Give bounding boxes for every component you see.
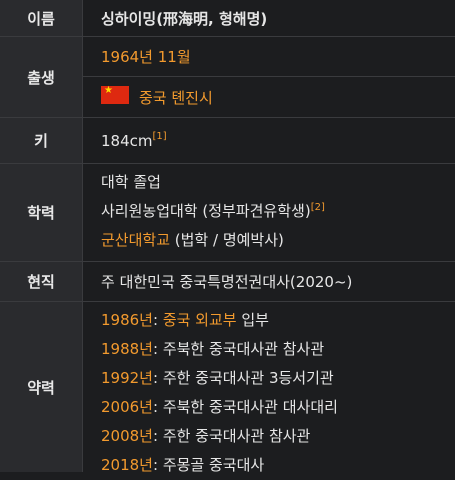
row-career: 약력 1986년: 중국 외교부 입부 1988년: 주북한 중국대사관 참사관… bbox=[0, 302, 455, 474]
career-year-link[interactable]: 2006년 bbox=[101, 398, 153, 416]
label-name: 이름 bbox=[0, 0, 83, 36]
career-year-link[interactable]: 2008년 bbox=[101, 427, 153, 445]
china-flag-icon: ★ bbox=[101, 86, 129, 104]
row-education: 학력 대학 졸업 사리원농업대학 (정부파견유학생)[2] 군산대학교 (법학 … bbox=[0, 164, 455, 262]
career-year-link[interactable]: 1986년 bbox=[101, 311, 153, 329]
career-item: 1986년: 중국 외교부 입부 bbox=[101, 311, 269, 329]
footnote-ref-1[interactable]: [1] bbox=[153, 131, 167, 142]
label-career: 약력 bbox=[0, 302, 83, 472]
education-line-3-rest: (법학 / 명예박사) bbox=[170, 231, 284, 249]
row-height: 키 184cm [1] bbox=[0, 118, 455, 164]
label-current: 현직 bbox=[0, 262, 83, 301]
education-line-2: 사리원농업대학 (정부파견유학생) bbox=[101, 202, 311, 220]
label-birth: 출생 bbox=[0, 37, 83, 117]
label-height: 키 bbox=[0, 118, 83, 163]
career-item: 1988년: 주북한 중국대사관 참사관 bbox=[101, 340, 325, 358]
foreign-ministry-link[interactable]: 중국 외교부 bbox=[163, 311, 237, 329]
footnote-ref-2[interactable]: [2] bbox=[311, 202, 325, 213]
height-value: 184cm bbox=[101, 131, 153, 150]
career-item: 2008년: 주한 중국대사관 참사관 bbox=[101, 427, 311, 445]
career-year-link[interactable]: 1988년 bbox=[101, 340, 153, 358]
birth-date-link[interactable]: 1964년 11월 bbox=[101, 46, 191, 67]
career-item: 1992년: 주한 중국대사관 3등서기관 bbox=[101, 369, 334, 387]
label-education: 학력 bbox=[0, 164, 83, 261]
education-line-1: 대학 졸업 bbox=[101, 173, 161, 191]
row-name: 이름 싱하이밍(邢海明, 형해명) bbox=[0, 0, 455, 37]
row-current: 현직 주 대한민국 중국특명전권대사(2020~) bbox=[0, 262, 455, 302]
kunsan-university-link[interactable]: 군산대학교 bbox=[101, 231, 170, 249]
current-value: 주 대한민국 중국특명전권대사(2020~) bbox=[101, 273, 353, 291]
career-year-link[interactable]: 1992년 bbox=[101, 369, 153, 387]
career-year-link[interactable]: 2018년 bbox=[101, 456, 153, 474]
career-item: 2018년: 주몽골 중국대사 bbox=[101, 456, 265, 474]
career-item: 2006년: 주북한 중국대사관 대사대리 bbox=[101, 398, 338, 416]
birth-place-link[interactable]: 중국 톈진시 bbox=[139, 87, 213, 108]
name-value: 싱하이밍(邢海明, 형해명) bbox=[101, 9, 268, 28]
infobox: 이름 싱하이밍(邢海明, 형해명) 출생 1964년 11월 ★ 중국 톈진시 … bbox=[0, 0, 455, 474]
row-birth: 출생 1964년 11월 ★ 중국 톈진시 bbox=[0, 37, 455, 118]
